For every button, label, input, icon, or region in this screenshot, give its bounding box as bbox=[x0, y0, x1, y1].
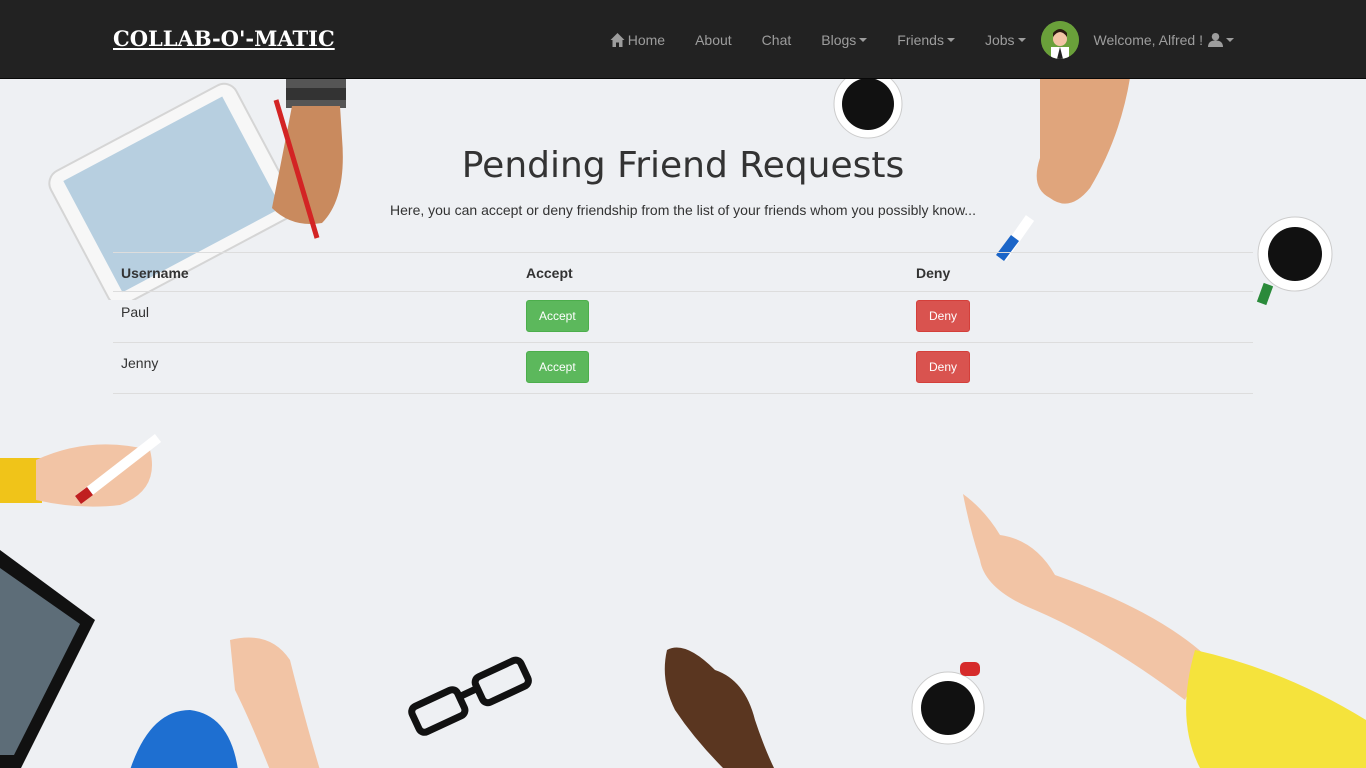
caret-down-icon bbox=[1017, 37, 1026, 42]
accept-button[interactable]: Accept bbox=[526, 351, 589, 383]
nav-about[interactable]: About bbox=[680, 0, 747, 79]
nav-jobs-label: Jobs bbox=[984, 31, 1015, 48]
table-row: Paul Accept Deny bbox=[113, 291, 1253, 343]
column-header-accept: Accept bbox=[518, 252, 908, 292]
nav-friends-label: Friends bbox=[897, 31, 944, 48]
user-icon bbox=[1208, 32, 1223, 47]
nav-friends-dropdown[interactable]: Friends bbox=[882, 0, 970, 79]
username-cell: Jenny bbox=[113, 342, 518, 394]
friend-requests-table: Username Accept Deny Paul Accept Deny Je… bbox=[113, 252, 1253, 394]
welcome-label: Welcome, Alfred ! bbox=[1093, 31, 1203, 48]
nav-user-dropdown[interactable]: Welcome, Alfred ! bbox=[1079, 0, 1249, 79]
avatar[interactable] bbox=[1040, 20, 1079, 59]
nav-jobs-dropdown[interactable]: Jobs bbox=[970, 0, 1041, 79]
tablet-illustration bbox=[0, 550, 95, 768]
brand-logo[interactable]: COLLAB-O'-MATIC bbox=[113, 26, 335, 51]
accept-cell: Accept bbox=[518, 342, 908, 394]
accept-button[interactable]: Accept bbox=[526, 300, 589, 332]
hand-marker-illustration bbox=[0, 434, 162, 507]
column-header-username: Username bbox=[113, 252, 518, 292]
arm-illustration bbox=[963, 494, 1366, 768]
top-navbar: COLLAB-O'-MATIC Home About Chat Blogs Fr… bbox=[0, 0, 1366, 79]
table-row: Jenny Accept Deny bbox=[113, 342, 1253, 394]
nav-chat[interactable]: Chat bbox=[747, 0, 807, 79]
hand-illustration bbox=[130, 637, 320, 768]
page-title: Pending Friend Requests bbox=[461, 145, 905, 186]
deny-button[interactable]: Deny bbox=[916, 300, 971, 332]
nav-home[interactable]: Home bbox=[594, 0, 680, 79]
accept-cell: Accept bbox=[518, 291, 908, 343]
caret-down-icon bbox=[1226, 37, 1234, 42]
hand-illustration bbox=[664, 647, 775, 768]
nav-menu: Home About Chat Blogs Friends Jobs Welco… bbox=[594, 0, 1249, 79]
deny-cell: Deny bbox=[908, 291, 1253, 343]
deny-button[interactable]: Deny bbox=[916, 351, 971, 383]
home-icon bbox=[610, 32, 625, 47]
caret-down-icon bbox=[859, 37, 868, 42]
deny-cell: Deny bbox=[908, 342, 1253, 394]
glasses-illustration bbox=[408, 656, 532, 736]
page-subtitle: Here, you can accept or deny friendship … bbox=[390, 202, 976, 218]
nav-blogs-dropdown[interactable]: Blogs bbox=[806, 0, 882, 79]
nav-home-label: Home bbox=[627, 31, 666, 48]
caret-down-icon bbox=[946, 37, 955, 42]
main-content: Pending Friend Requests Here, you can ac… bbox=[113, 79, 1253, 394]
column-header-deny: Deny bbox=[908, 252, 1253, 292]
table-header-row: Username Accept Deny bbox=[113, 252, 1253, 292]
coffee-cup-illustration bbox=[1256, 216, 1333, 306]
username-cell: Paul bbox=[113, 291, 518, 343]
nav-blogs-label: Blogs bbox=[821, 31, 857, 48]
user-avatar-icon bbox=[1040, 20, 1079, 59]
